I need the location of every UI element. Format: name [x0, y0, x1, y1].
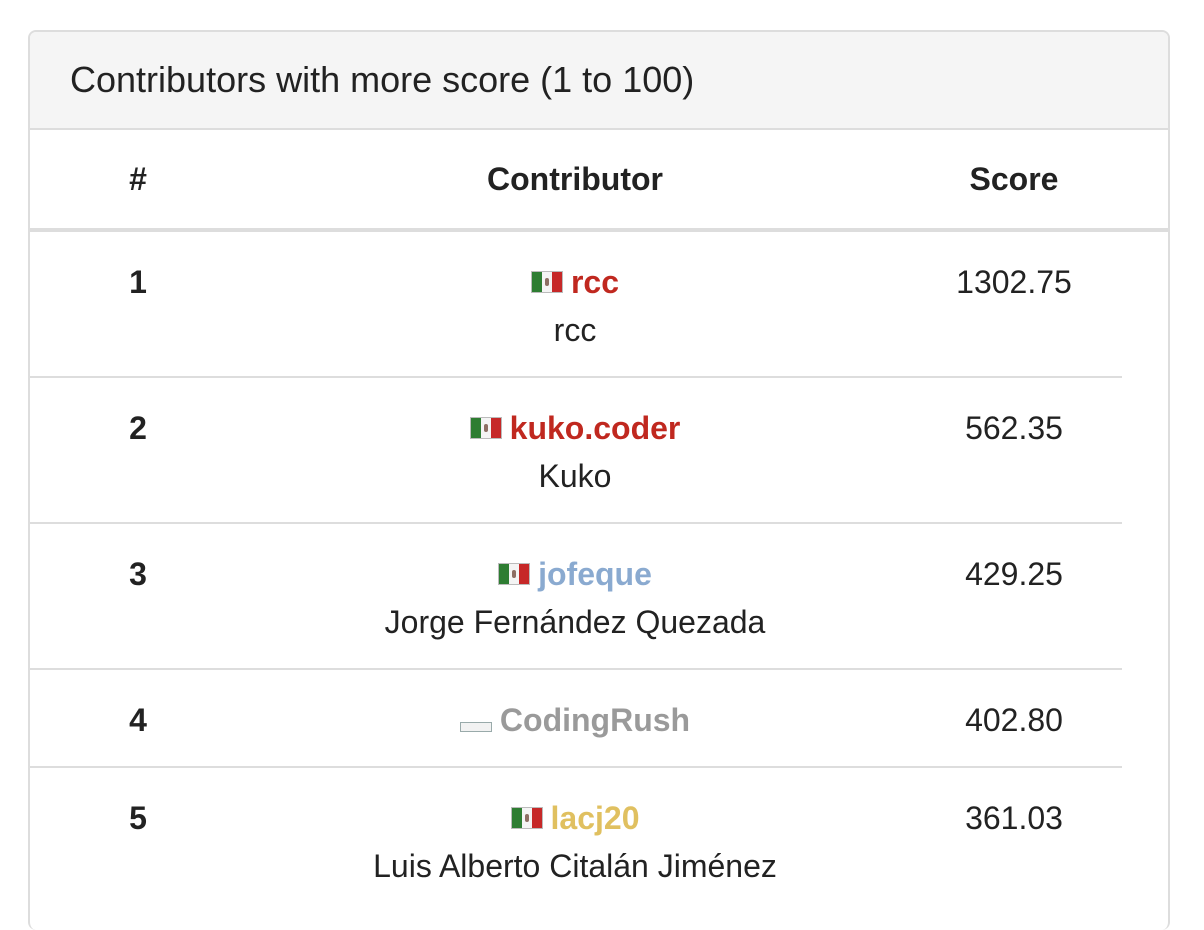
score-cell: 429.25: [965, 556, 1063, 592]
table-row: 4 CodingRush 402.80: [30, 670, 1122, 768]
flag-mexico-icon: [530, 271, 563, 293]
rank-cell: 3: [129, 556, 147, 592]
contributor-handle-link[interactable]: lacj20: [551, 794, 640, 842]
contributor-cell: rcc rcc: [370, 232, 780, 354]
table-row: 1 rcc rcc 1302.75: [30, 232, 1122, 378]
contributor-cell: jofeque Jorge Fernández Quezada: [370, 524, 780, 646]
contributor-name: Kuko: [538, 458, 612, 494]
contributor-handle-link[interactable]: CodingRush: [500, 696, 690, 744]
header-contributor: Contributor: [487, 160, 663, 197]
panel-heading: Contributors with more score (1 to 100): [30, 32, 1168, 130]
rank-cell: 4: [129, 702, 147, 738]
contributor-name: Jorge Fernández Quezada: [384, 604, 766, 640]
table-row: 5 lacj20 Luis Alberto Citalán Jiménez 36…: [30, 768, 1122, 914]
flag-mexico-icon: [469, 417, 502, 439]
contributors-panel: Contributors with more score (1 to 100) …: [28, 30, 1170, 930]
table-header: # Contributor Score: [30, 130, 1168, 232]
contributor-cell: kuko.coder Kuko: [370, 378, 780, 500]
table-row: 3 jofeque Jorge Fernández Quezada 429.25: [30, 524, 1122, 670]
header-rank: #: [129, 160, 147, 197]
flag-mexico-icon: [510, 807, 543, 829]
score-cell: 562.35: [965, 410, 1063, 446]
score-cell: 1302.75: [956, 264, 1072, 300]
contributor-cell: CodingRush: [370, 670, 780, 744]
rank-cell: 2: [129, 410, 147, 446]
contributor-handle-link[interactable]: jofeque: [538, 550, 652, 598]
rank-cell: 1: [129, 264, 147, 300]
score-cell: 361.03: [965, 800, 1063, 836]
score-cell: 402.80: [965, 702, 1063, 738]
contributor-cell: lacj20 Luis Alberto Citalán Jiménez: [370, 768, 780, 890]
flag-mexico-icon: [498, 563, 531, 585]
panel-title: Contributors with more score (1 to 100): [70, 59, 695, 100]
contributor-name: Luis Alberto Citalán Jiménez: [373, 848, 777, 884]
flag-unknown-icon: [459, 722, 492, 732]
contributor-handle-link[interactable]: rcc: [571, 258, 619, 306]
rank-cell: 5: [129, 800, 147, 836]
header-score: Score: [969, 160, 1059, 197]
contributor-handle-link[interactable]: kuko.coder: [510, 404, 681, 452]
contributor-name: rcc: [553, 312, 597, 348]
table-row: 2 kuko.coder Kuko 562.35: [30, 378, 1122, 524]
